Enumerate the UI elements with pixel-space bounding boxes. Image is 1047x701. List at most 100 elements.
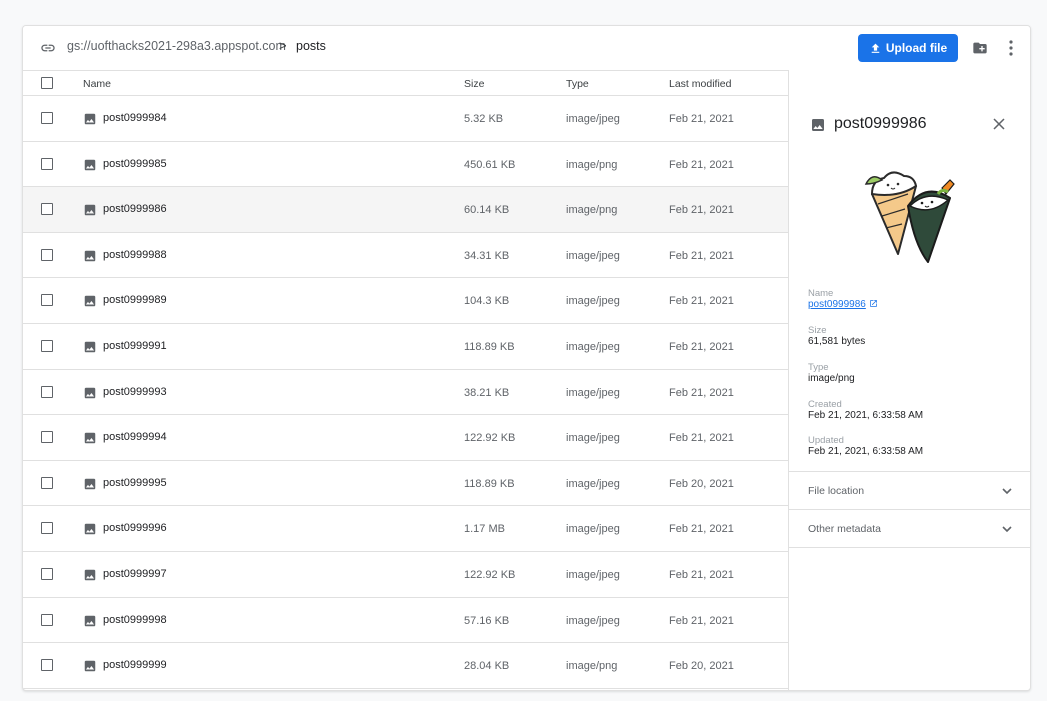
file-size: 28.04 KB: [464, 660, 510, 673]
image-file-icon: [84, 660, 96, 672]
table-row[interactable]: post0999984 5.32 KB image/jpeg Feb 21, 2021: [23, 96, 788, 142]
other-metadata-section[interactable]: Other metadata: [789, 509, 1030, 548]
upload-file-button[interactable]: Upload file: [858, 34, 958, 62]
file-name[interactable]: post0999991: [103, 340, 167, 352]
header-name[interactable]: Name: [83, 78, 111, 90]
row-checkbox[interactable]: [41, 339, 53, 352]
image-file-icon: [84, 159, 96, 170]
row-checkbox[interactable]: [41, 112, 53, 124]
image-file-icon: [84, 204, 96, 216]
file-name[interactable]: post0999985: [103, 158, 167, 170]
file-table: Name Size Type Last modified post0999984…: [23, 70, 788, 689]
upload-icon: [871, 43, 880, 53]
table-row[interactable]: post0999989 104.3 KB image/jpeg Feb 21, 202…: [23, 278, 788, 324]
file-modified: Feb 20, 2021: [669, 660, 734, 673]
table-row[interactable]: post0999986 60.14 KB image/png Feb 21, 2021: [23, 187, 788, 233]
meta-size: Size 61,581 bytes: [808, 325, 865, 347]
row-checkbox[interactable]: [41, 385, 53, 398]
file-name[interactable]: post0999993: [103, 386, 167, 398]
row-checkbox[interactable]: [41, 613, 53, 626]
table-row[interactable]: post0999994 122.92 KB image/jpeg Feb 21, 20…: [23, 415, 788, 461]
row-checkbox[interactable]: [41, 203, 53, 216]
link-icon: [41, 44, 55, 52]
row-checkbox[interactable]: [41, 659, 53, 672]
file-size: 122.92 KB: [464, 432, 516, 445]
meta-name-link[interactable]: post0999986: [808, 299, 878, 310]
file-location-section[interactable]: File location: [789, 471, 1030, 510]
table-row[interactable]: post0999996 1.17 MB image/jpeg Feb 21, 2021: [23, 506, 788, 552]
meta-updated: Updated Feb 21, 2021, 6:33:58 AM: [808, 435, 923, 457]
file-size: 5.32 KB: [464, 113, 504, 125]
image-preview: [858, 154, 960, 266]
file-name[interactable]: post0999997: [103, 568, 167, 580]
file-name[interactable]: post0999986: [103, 203, 167, 215]
details-title: post0999986: [834, 115, 927, 132]
row-checkbox[interactable]: [41, 248, 53, 261]
file-location-label: File location: [808, 485, 865, 497]
file-type: image/jpeg: [566, 568, 620, 581]
file-modified: Feb 21, 2021: [669, 432, 734, 445]
breadcrumb-folder[interactable]: posts: [296, 39, 326, 53]
meta-name: Name post0999986: [808, 288, 878, 310]
file-name[interactable]: post0999984: [103, 112, 167, 124]
more-vert-icon[interactable]: [1007, 39, 1015, 57]
row-checkbox[interactable]: [41, 476, 53, 489]
table-row[interactable]: post0999995 118.89 KB image/jpeg Feb 20, 20…: [23, 461, 788, 507]
file-modified: Feb 21, 2021: [669, 614, 734, 627]
file-name[interactable]: post0999994: [103, 431, 167, 443]
meta-size-label: Size: [808, 325, 827, 336]
file-modified: Feb 20, 2021: [669, 477, 734, 490]
row-checkbox[interactable]: [41, 157, 53, 170]
file-size: 118.89 KB: [464, 340, 515, 353]
file-size: 1.17 MB: [464, 523, 505, 536]
file-size: 60.14 KB: [464, 204, 510, 217]
table-row[interactable]: post0999999 28.04 KB image/png Feb 20, 2021: [23, 643, 788, 689]
table-row[interactable]: post0999985 450.61 KB image/png Feb 21, 202…: [23, 142, 788, 188]
row-checkbox[interactable]: [41, 431, 53, 444]
image-file-icon: [84, 113, 96, 125]
image-file-icon: [812, 119, 824, 131]
file-name[interactable]: post0999988: [103, 249, 167, 261]
file-name[interactable]: post0999999: [103, 659, 167, 671]
row-checkbox[interactable]: [41, 294, 53, 307]
meta-created: Created Feb 21, 2021, 6:33:58 AM: [808, 399, 923, 421]
table-row[interactable]: post0999998 57.16 KB image/jpeg Feb 21, 202…: [23, 598, 788, 644]
file-type: image/jpeg: [566, 614, 620, 627]
image-file-icon: [84, 296, 96, 307]
open-in-new-icon: [869, 300, 877, 307]
header-size[interactable]: Size: [464, 78, 484, 90]
table-row[interactable]: post0999993 38.21 KB image/jpeg Feb 21, 202…: [23, 370, 788, 416]
file-name[interactable]: post0999996: [103, 522, 167, 534]
image-file-icon: [84, 524, 96, 535]
meta-type-value: image/png: [808, 373, 855, 384]
row-checkbox[interactable]: [41, 522, 53, 535]
file-size: 57.16 KB: [464, 614, 510, 627]
new-folder-icon[interactable]: [971, 40, 989, 56]
meta-created-label: Created: [808, 399, 842, 410]
file-modified: Feb 21, 2021: [669, 204, 734, 217]
file-type: image/jpeg: [566, 432, 620, 445]
table-row[interactable]: post0999997 122.92 KB image/jpeg Feb 21, 20…: [23, 552, 788, 598]
file-type: image/jpeg: [566, 386, 620, 399]
file-name[interactable]: post0999989: [103, 294, 167, 306]
header-last-modified[interactable]: Last modified: [669, 78, 731, 90]
file-modified: Feb 21, 2021: [669, 295, 734, 308]
toolbar: gs://uofthacks2021-298a3.appspot.com > p…: [23, 26, 1030, 71]
image-file-icon: [84, 615, 96, 626]
image-file-icon: [84, 478, 96, 489]
file-type: image/png: [566, 158, 618, 171]
header-type[interactable]: Type: [566, 78, 589, 90]
select-all-checkbox[interactable]: [41, 77, 53, 89]
file-type: image/png: [566, 660, 618, 673]
table-row[interactable]: post0999991 118.89 KB image/jpeg Feb 21, 20…: [23, 324, 788, 370]
row-checkbox[interactable]: [41, 567, 53, 580]
breadcrumb-bucket[interactable]: gs://uofthacks2021-298a3.appspot.com: [67, 39, 286, 53]
table-row[interactable]: post0999988 34.31 KB image/jpeg Feb 21, 202…: [23, 233, 788, 279]
close-icon[interactable]: [993, 118, 1005, 130]
meta-name-label: Name: [808, 288, 834, 299]
file-name[interactable]: post0999998: [103, 614, 167, 626]
file-size: 122.92 KB: [464, 568, 516, 581]
file-name[interactable]: post0999995: [103, 477, 167, 489]
file-modified: Feb 21, 2021: [669, 386, 734, 399]
file-size: 34.31 KB: [464, 249, 510, 262]
